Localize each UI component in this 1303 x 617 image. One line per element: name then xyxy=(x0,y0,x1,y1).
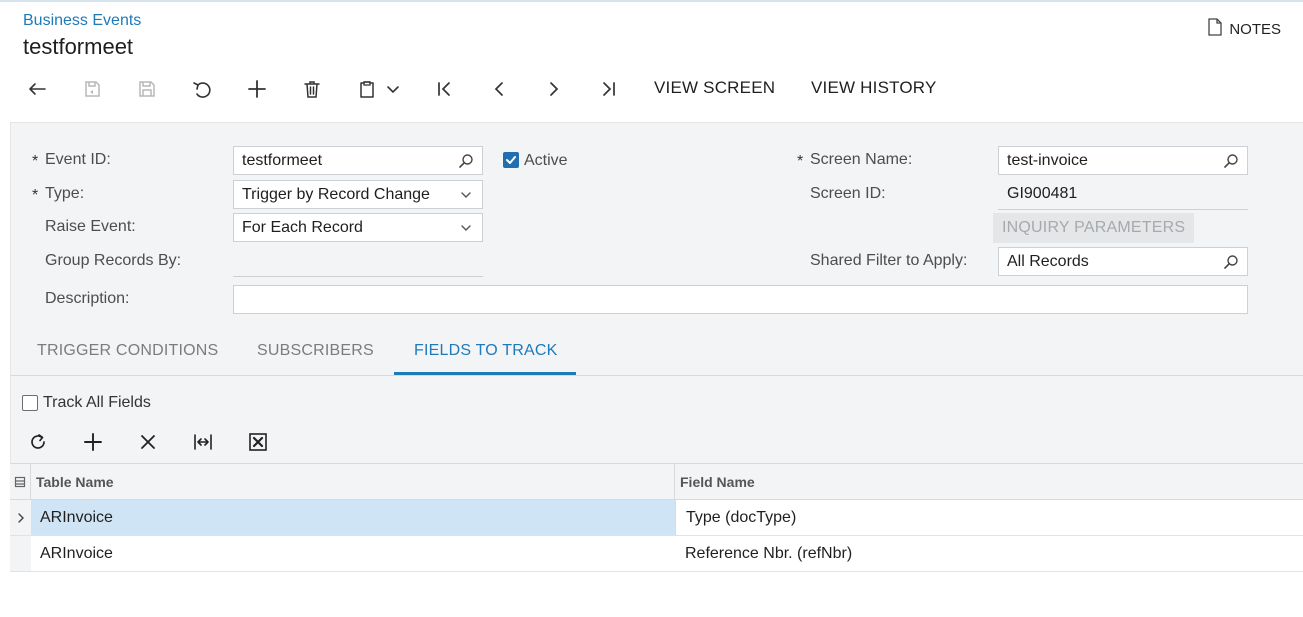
row-selector[interactable] xyxy=(10,500,31,535)
row-selector-header[interactable] xyxy=(10,463,31,500)
add-row-icon[interactable] xyxy=(78,427,108,457)
raise-event-select[interactable]: For Each Record xyxy=(233,213,483,242)
back-arrow-icon[interactable] xyxy=(22,74,52,104)
chevron-right-icon xyxy=(17,512,24,523)
chevron-down-icon[interactable] xyxy=(458,220,474,236)
required-marker: * xyxy=(32,187,39,204)
track-all-fields-checkbox[interactable] xyxy=(22,395,38,411)
group-records-by-field[interactable] xyxy=(233,276,483,277)
view-history-button[interactable]: VIEW HISTORY xyxy=(811,78,937,98)
search-icon[interactable] xyxy=(1223,153,1239,169)
screen-id-underline xyxy=(998,209,1248,210)
type-select[interactable]: Trigger by Record Change xyxy=(233,180,483,209)
raise-event-label: Raise Event: xyxy=(45,218,136,235)
event-id-label: Event ID: xyxy=(45,151,111,168)
shared-filter-input[interactable]: All Records xyxy=(998,247,1248,276)
active-label: Active xyxy=(524,152,568,169)
page-title: testformeet xyxy=(23,34,134,59)
table-name-cell[interactable]: ARInvoice xyxy=(40,500,113,535)
delete-icon[interactable] xyxy=(297,74,327,104)
event-id-input[interactable]: testformeet xyxy=(233,146,483,175)
track-all-fields-label: Track All Fields xyxy=(43,394,151,411)
tab-trigger-conditions[interactable]: TRIGGER CONDITIONS xyxy=(37,342,218,360)
export-excel-icon[interactable] xyxy=(243,427,273,457)
inquiry-parameters-button[interactable]: INQUIRY PARAMETERS xyxy=(993,213,1195,243)
table-row[interactable]: ARInvoice Reference Nbr. (refNbr) xyxy=(10,536,1303,572)
group-records-by-label: Group Records By: xyxy=(45,252,182,269)
table-name-cell[interactable]: ARInvoice xyxy=(40,536,113,571)
tab-fields-to-track[interactable]: FIELDS TO TRACK xyxy=(414,342,557,360)
add-icon[interactable] xyxy=(242,74,272,104)
column-header-field-name[interactable]: Field Name xyxy=(675,463,1303,500)
first-record-icon[interactable] xyxy=(429,74,459,104)
fit-columns-icon[interactable] xyxy=(188,427,218,457)
field-name-cell[interactable]: Type (docType) xyxy=(675,500,1303,535)
undo-icon[interactable] xyxy=(187,74,217,104)
required-marker: * xyxy=(797,153,804,170)
grid-settings-icon xyxy=(14,476,26,487)
top-border xyxy=(0,0,1303,2)
screen-id-label: Screen ID: xyxy=(810,185,886,202)
screen-name-input[interactable]: test-invoice xyxy=(998,146,1248,175)
screen-name-value: test-invoice xyxy=(1007,151,1088,169)
type-label: Type: xyxy=(45,185,85,202)
delete-row-icon[interactable] xyxy=(133,427,163,457)
tab-subscribers[interactable]: SUBSCRIBERS xyxy=(257,342,374,360)
chevron-down-icon[interactable] xyxy=(458,187,474,203)
screen-id-value: GI900481 xyxy=(1007,185,1078,202)
copy-paste-icon[interactable] xyxy=(352,74,382,104)
last-record-icon[interactable] xyxy=(594,74,624,104)
shared-filter-label: Shared Filter to Apply: xyxy=(810,252,968,269)
row-selector[interactable] xyxy=(10,536,31,571)
refresh-icon[interactable] xyxy=(23,427,53,457)
save-and-close-icon[interactable] xyxy=(77,74,107,104)
raise-event-value: For Each Record xyxy=(242,218,363,236)
breadcrumb-business-events[interactable]: Business Events xyxy=(23,12,141,30)
grid-empty-area xyxy=(10,572,1303,617)
search-icon[interactable] xyxy=(1223,254,1239,270)
column-header-table-name[interactable]: Table Name xyxy=(31,463,675,500)
view-screen-button[interactable]: VIEW SCREEN xyxy=(654,78,775,98)
screen-name-label: Screen Name: xyxy=(810,151,913,168)
notes-button[interactable]: NOTES xyxy=(1207,18,1281,40)
type-value: Trigger by Record Change xyxy=(242,185,430,203)
save-icon[interactable] xyxy=(132,74,162,104)
search-icon[interactable] xyxy=(458,153,474,169)
next-record-icon[interactable] xyxy=(539,74,569,104)
description-input[interactable] xyxy=(233,285,1248,314)
description-label: Description: xyxy=(45,290,130,307)
table-row[interactable]: ARInvoice Type (docType) xyxy=(10,500,1303,536)
active-checkbox[interactable] xyxy=(503,152,519,168)
notes-label: NOTES xyxy=(1229,20,1281,38)
field-name-cell[interactable]: Reference Nbr. (refNbr) xyxy=(685,536,852,571)
chevron-down-icon[interactable] xyxy=(382,74,404,104)
document-icon xyxy=(1207,18,1223,40)
event-id-value: testformeet xyxy=(242,151,323,169)
shared-filter-value: All Records xyxy=(1007,252,1089,270)
previous-record-icon[interactable] xyxy=(484,74,514,104)
required-marker: * xyxy=(32,153,39,170)
